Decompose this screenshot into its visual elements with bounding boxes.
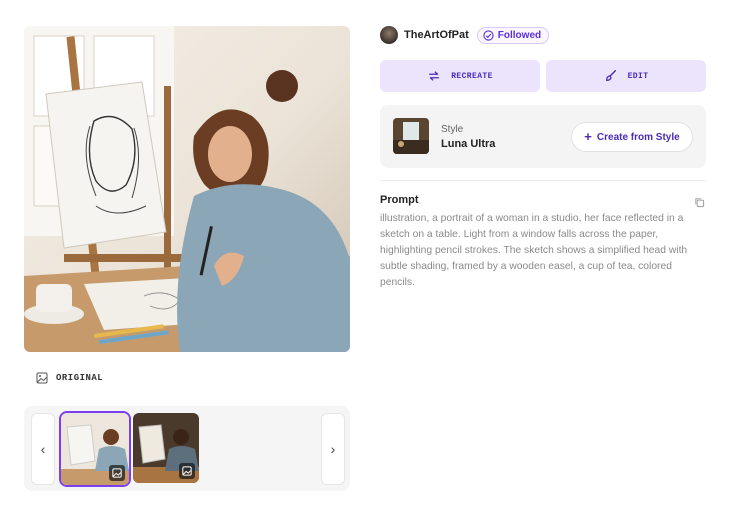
image-icon xyxy=(112,468,122,478)
prompt-text: illustration, a portrait of a woman in a… xyxy=(380,213,688,288)
thumbnail-strip: ‹ › xyxy=(24,406,350,491)
avatar[interactable] xyxy=(380,26,398,44)
plus-icon: + xyxy=(584,129,592,144)
style-thumbnail xyxy=(393,118,429,154)
prompt-title: Prompt xyxy=(380,194,419,206)
author-row: TheArtOfPat Followed xyxy=(380,26,550,44)
create-from-style-label: Create from Style xyxy=(596,131,680,143)
thumbnail-2[interactable] xyxy=(133,413,199,483)
repeat-icon xyxy=(429,71,440,81)
create-from-style-button[interactable]: + Create from Style xyxy=(571,122,693,152)
chevron-left-icon: ‹ xyxy=(40,441,46,457)
next-button[interactable]: › xyxy=(321,413,345,485)
previous-button[interactable]: ‹ xyxy=(31,413,55,485)
divider xyxy=(380,180,706,181)
chevron-right-icon: › xyxy=(330,441,336,457)
followed-button[interactable]: Followed xyxy=(476,26,550,44)
original-indicator: ORIGINAL xyxy=(36,372,103,384)
main-artwork-image[interactable] xyxy=(24,26,350,352)
style-thumbnail-image xyxy=(393,118,429,154)
recreate-label: RECREATE xyxy=(451,71,493,81)
image-icon xyxy=(36,372,48,384)
style-card: Style Luna Ultra + Create from Style xyxy=(380,105,706,168)
artwork-illustration xyxy=(24,26,350,352)
original-label: ORIGINAL xyxy=(56,373,104,383)
copy-icon xyxy=(695,198,705,208)
thumbnail-1[interactable] xyxy=(59,411,131,487)
style-name: Luna Ultra xyxy=(441,138,496,150)
image-icon xyxy=(182,466,192,476)
author-name[interactable]: TheArtOfPat xyxy=(404,29,469,41)
followed-label: Followed xyxy=(497,29,542,41)
check-circle-icon xyxy=(483,29,494,41)
edit-button[interactable]: EDIT xyxy=(546,60,706,92)
style-caption: Style xyxy=(441,124,464,135)
brush-icon xyxy=(605,70,616,81)
recreate-button[interactable]: RECREATE xyxy=(380,60,540,92)
thumbnail-badge xyxy=(109,465,125,481)
thumbnail-badge xyxy=(179,463,195,479)
edit-label: EDIT xyxy=(627,71,649,81)
